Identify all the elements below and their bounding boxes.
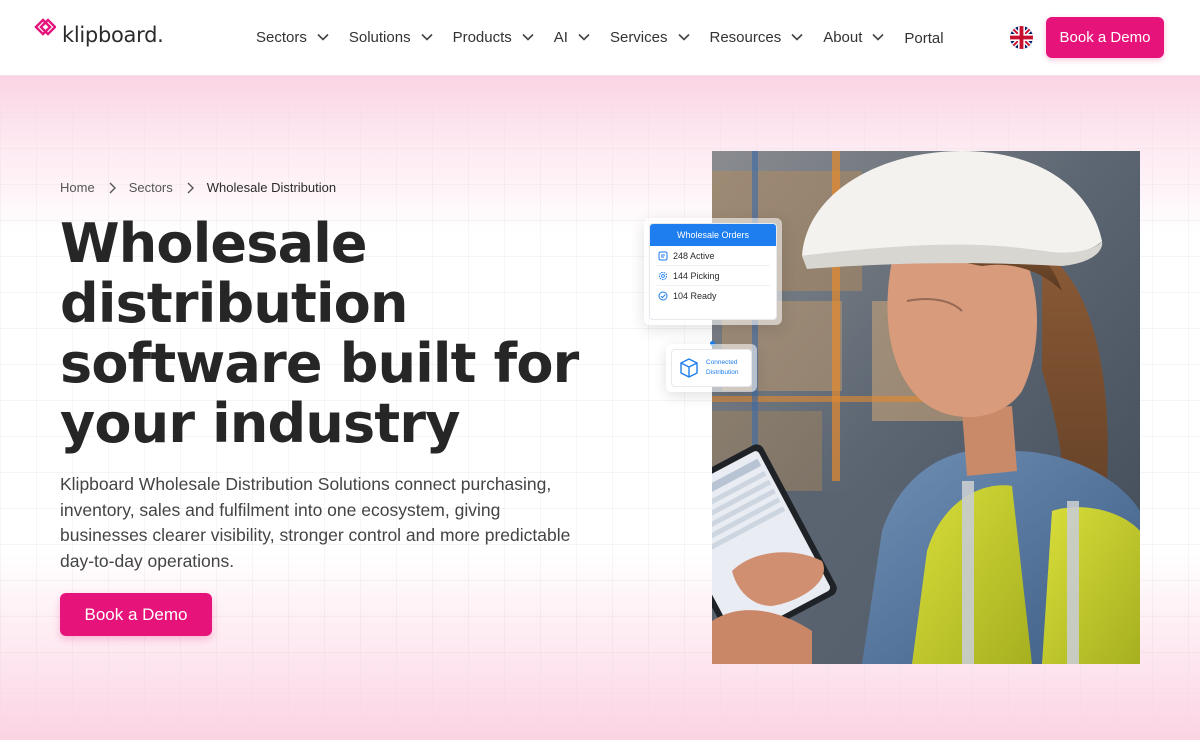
uk-flag-icon[interactable] bbox=[1010, 26, 1033, 49]
klipboard-logo-icon bbox=[34, 18, 56, 36]
chevron-down-icon bbox=[872, 33, 884, 41]
nav-label: Products bbox=[452, 28, 512, 46]
chevron-down-icon bbox=[317, 33, 329, 41]
hero-book-demo-button[interactable]: Book a Demo bbox=[60, 593, 212, 636]
nav-label: Resources bbox=[709, 28, 782, 46]
breadcrumb: Home Sectors Wholesale Distribution bbox=[60, 180, 336, 195]
orders-row-text: 144 Picking bbox=[673, 270, 720, 281]
connected-line-2: Distribution bbox=[706, 369, 739, 376]
title-line: your industry bbox=[60, 392, 460, 455]
wholesale-orders-card: Wholesale Orders 248 Active 144 Picking … bbox=[644, 218, 782, 325]
chevron-down-icon bbox=[522, 33, 534, 41]
chevron-right-icon bbox=[187, 182, 194, 193]
nav-label: AI bbox=[553, 28, 568, 46]
nav-item-ai[interactable]: AI bbox=[554, 29, 590, 46]
connected-distribution-card: Connected Distribution bbox=[666, 344, 757, 392]
nav-item-portal[interactable]: Portal bbox=[904, 30, 943, 47]
orders-card-inner: Wholesale Orders 248 Active 144 Picking … bbox=[649, 223, 777, 320]
chevron-down-icon bbox=[791, 33, 803, 41]
orders-row-text: 248 Active bbox=[673, 250, 715, 261]
connected-line-1: Connected bbox=[706, 359, 738, 366]
box-icon bbox=[680, 358, 698, 378]
nav-item-about[interactable]: About bbox=[823, 29, 884, 46]
check-circle-icon bbox=[658, 291, 668, 301]
nav-item-resources[interactable]: Resources bbox=[710, 29, 804, 46]
page-title: Wholesale distribution software built fo… bbox=[60, 214, 620, 454]
chevron-right-icon bbox=[109, 182, 116, 193]
breadcrumb-sectors[interactable]: Sectors bbox=[129, 180, 173, 195]
gear-icon bbox=[658, 271, 668, 280]
breadcrumb-home[interactable]: Home bbox=[60, 180, 95, 195]
page-bottom-band bbox=[0, 740, 1200, 750]
header-book-demo-button[interactable]: Book a Demo bbox=[1046, 17, 1164, 58]
nav-label: About bbox=[823, 28, 863, 46]
orders-row-text: 104 Ready bbox=[673, 291, 717, 301]
nav-item-solutions[interactable]: Solutions bbox=[349, 29, 433, 46]
orders-card-title: Wholesale Orders bbox=[650, 224, 776, 246]
nav-label: Sectors bbox=[256, 28, 307, 46]
klipboard-logo[interactable]: klipboard. bbox=[34, 18, 164, 52]
site-header: klipboard. Sectors Solutions Products AI… bbox=[0, 0, 1200, 76]
connected-card-inner: Connected Distribution bbox=[671, 349, 752, 387]
nav-item-products[interactable]: Products bbox=[453, 29, 534, 46]
chevron-down-icon bbox=[677, 33, 690, 41]
title-line: distribution bbox=[60, 272, 408, 335]
chevron-down-icon bbox=[578, 33, 590, 41]
breadcrumb-current: Wholesale Distribution bbox=[206, 180, 337, 195]
orders-row-picking: 144 Picking bbox=[656, 266, 770, 286]
list-icon bbox=[658, 251, 668, 260]
nav-item-sectors[interactable]: Sectors bbox=[256, 29, 329, 46]
logo-text: klipboard. bbox=[62, 23, 164, 47]
title-line: software built for bbox=[60, 332, 579, 395]
hero-description: Klipboard Wholesale Distribution Solutio… bbox=[60, 474, 571, 571]
hero-section: Home Sectors Wholesale Distribution Whol… bbox=[0, 76, 1200, 740]
main-nav: Sectors Solutions Products AI Services R… bbox=[256, 24, 944, 50]
connected-card-text: Connected Distribution bbox=[706, 358, 739, 378]
title-line: Wholesale bbox=[60, 212, 368, 275]
chevron-down-icon bbox=[421, 33, 433, 41]
nav-label: Solutions bbox=[348, 28, 411, 46]
nav-label: Services bbox=[609, 28, 668, 46]
orders-row-ready: 104 Ready bbox=[656, 286, 770, 306]
orders-row-active: 248 Active bbox=[656, 246, 770, 266]
nav-item-services[interactable]: Services bbox=[610, 29, 690, 46]
